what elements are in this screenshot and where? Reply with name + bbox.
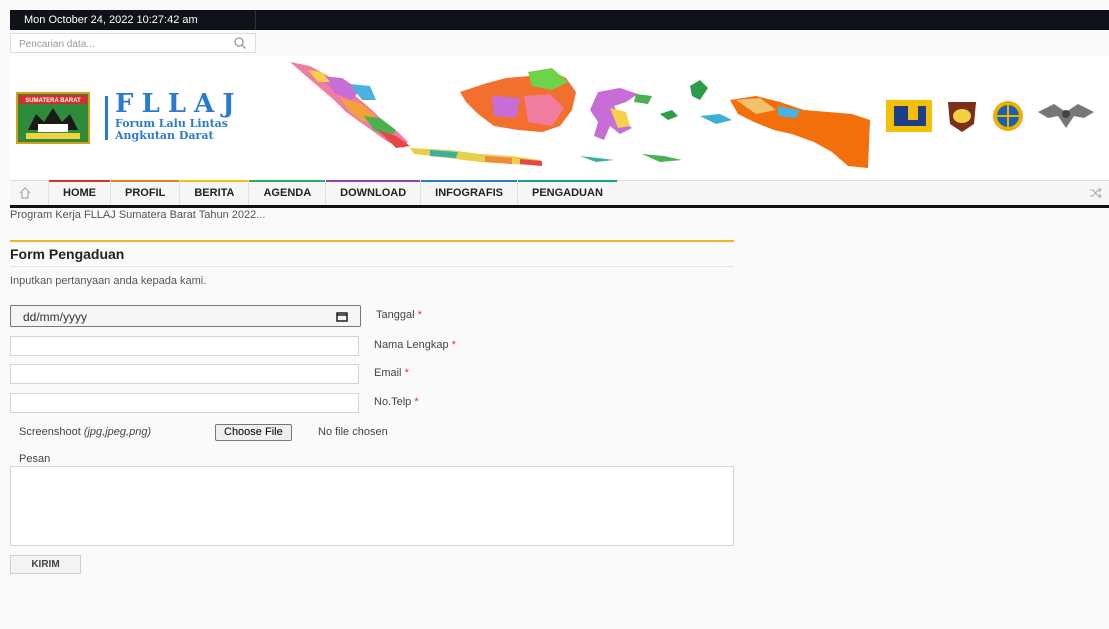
phone-label: No.Telp * bbox=[374, 396, 419, 408]
pu-logo-icon bbox=[886, 100, 932, 132]
message-textarea[interactable] bbox=[10, 466, 734, 546]
phone-label-text: No.Telp bbox=[374, 396, 412, 408]
date-placeholder: dd/mm/yyyy bbox=[23, 310, 88, 324]
search-box[interactable] bbox=[10, 33, 256, 54]
police-logo-icon bbox=[948, 102, 976, 132]
site-logo-subtitle: Forum Lalu Lintas Angkutan Darat bbox=[115, 118, 228, 142]
email-label-text: Email bbox=[374, 367, 402, 379]
sumatera-barat-emblem: SUMATERA BARAT bbox=[16, 92, 90, 144]
site-logo-title[interactable]: FLLAJ bbox=[115, 90, 243, 118]
nav-item-home[interactable]: HOME bbox=[48, 180, 110, 205]
full-name-label-text: Nama Lengkap bbox=[374, 339, 449, 351]
choose-file-button[interactable]: Choose File bbox=[215, 424, 292, 441]
nav-item-download[interactable]: DOWNLOAD bbox=[325, 180, 421, 205]
message-label: Pesan bbox=[19, 453, 51, 465]
indonesia-map-illustration bbox=[290, 62, 870, 168]
screenshot-label: Screenshoot (jpg,jpeg,png) bbox=[19, 426, 151, 438]
nav-item-infografis[interactable]: INFOGRAFIS bbox=[420, 180, 517, 205]
file-status: No file chosen bbox=[318, 426, 388, 438]
main-navigation: HOME PROFIL BERITA AGENDA DOWNLOAD INFOG… bbox=[10, 180, 1109, 208]
form-intro: Inputkan pertanyaan anda kepada kami. bbox=[10, 275, 207, 287]
nav-item-agenda[interactable]: AGENDA bbox=[248, 180, 325, 205]
form-title: Form Pengaduan bbox=[10, 240, 734, 267]
screenshot-formats: (jpg,jpeg,png) bbox=[83, 426, 152, 438]
shuffle-icon[interactable] bbox=[1089, 187, 1103, 199]
current-datetime: Mon October 24, 2022 10:27:42 am bbox=[10, 10, 256, 30]
nav-item-pengaduan[interactable]: PENGADUAN bbox=[517, 180, 617, 205]
email-input[interactable] bbox=[10, 364, 359, 384]
date-input[interactable]: dd/mm/yyyy bbox=[10, 305, 361, 327]
date-label-text: Tanggal bbox=[376, 309, 415, 321]
nav-item-profil[interactable]: PROFIL bbox=[110, 180, 180, 205]
search-input[interactable] bbox=[11, 35, 237, 54]
full-name-label: Nama Lengkap * bbox=[374, 339, 456, 351]
screenshot-label-text: Screenshoot bbox=[19, 426, 81, 438]
required-marker: * bbox=[404, 367, 409, 379]
logo-divider bbox=[105, 96, 108, 140]
full-name-input[interactable] bbox=[10, 336, 359, 356]
required-marker: * bbox=[417, 309, 422, 321]
complaint-form-header: Form Pengaduan bbox=[10, 240, 734, 267]
required-marker: * bbox=[451, 339, 456, 351]
search-icon[interactable] bbox=[233, 36, 247, 50]
header-banner: SUMATERA BARAT FLLAJ Forum Lalu Lintas A… bbox=[10, 56, 1109, 180]
national-emblem-icon bbox=[1038, 104, 1094, 128]
logo-subtitle-line-2: Angkutan Darat bbox=[115, 129, 214, 142]
date-label: Tanggal * bbox=[376, 309, 422, 321]
transport-ministry-logo-icon bbox=[993, 101, 1023, 131]
nav-item-berita[interactable]: BERITA bbox=[179, 180, 249, 205]
top-bar: Mon October 24, 2022 10:27:42 am bbox=[10, 10, 1109, 30]
calendar-icon[interactable] bbox=[336, 311, 348, 322]
submit-button[interactable]: KIRIM bbox=[10, 555, 81, 574]
email-label: Email * bbox=[374, 367, 409, 379]
news-ticker[interactable]: Program Kerja FLLAJ Sumatera Barat Tahun… bbox=[10, 209, 265, 221]
emblem-text: SUMATERA BARAT bbox=[25, 98, 81, 104]
required-marker: * bbox=[414, 396, 419, 408]
phone-input[interactable] bbox=[10, 393, 359, 413]
home-icon[interactable] bbox=[18, 187, 32, 199]
partner-logos bbox=[886, 100, 1094, 132]
